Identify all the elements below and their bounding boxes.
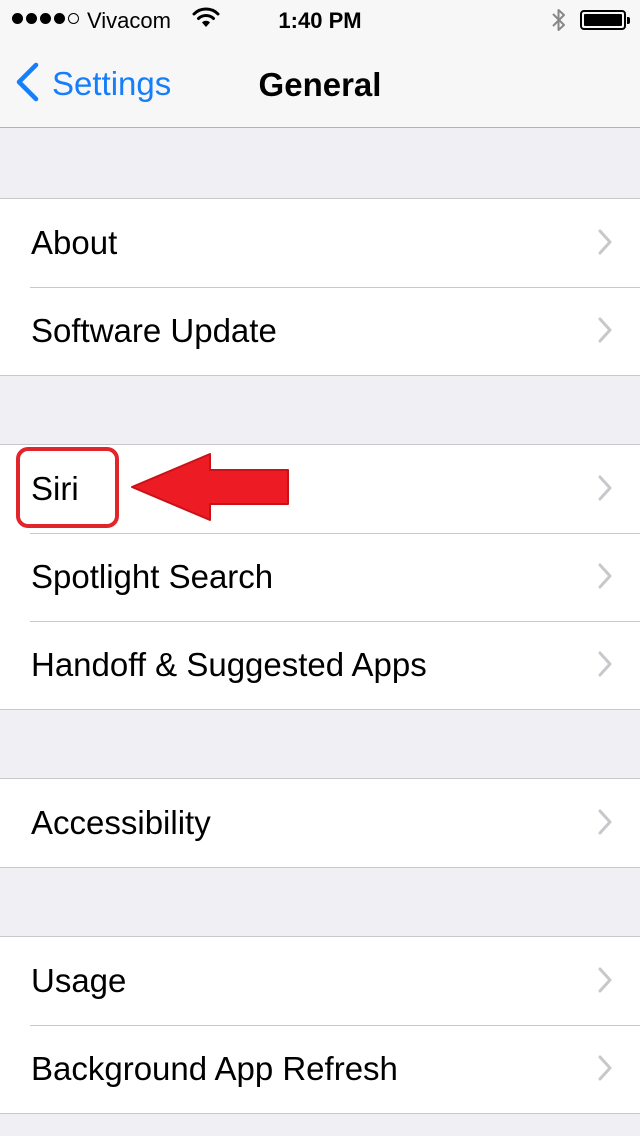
annotation-arrow-icon <box>130 452 292 527</box>
chevron-right-icon <box>598 967 612 998</box>
list-item-label: Accessibility <box>31 804 211 841</box>
list-item-handoff-suggested-apps[interactable]: Handoff & Suggested Apps <box>0 621 640 709</box>
annotation-highlight-box <box>16 447 119 528</box>
chevron-right-icon <box>598 475 612 506</box>
settings-group-1: About Software Update <box>0 198 640 376</box>
settings-group-4: Usage Background App Refresh <box>0 936 640 1114</box>
chevron-right-icon <box>598 563 612 594</box>
list-item-label: Usage <box>31 962 127 999</box>
chevron-right-icon <box>598 809 612 840</box>
clock: 1:40 PM <box>278 8 362 33</box>
bluetooth-icon <box>549 6 569 40</box>
list-item-accessibility[interactable]: Accessibility <box>0 779 640 867</box>
list-item-spotlight-search[interactable]: Spotlight Search <box>0 533 640 621</box>
list-item-label: Background App Refresh <box>31 1050 398 1087</box>
list-item-usage[interactable]: Usage <box>0 937 640 1025</box>
chevron-right-icon <box>598 651 612 682</box>
page-title: General <box>258 66 382 103</box>
list-item-label: Spotlight Search <box>31 558 274 595</box>
navigation-bar: Settings General <box>0 40 640 128</box>
list-item-background-app-refresh[interactable]: Background App Refresh <box>0 1025 640 1113</box>
chevron-right-icon <box>598 229 612 260</box>
list-item-label: Handoff & Suggested Apps <box>31 646 427 683</box>
battery-icon <box>580 10 630 30</box>
status-bar: Vivacom 1:40 PM <box>0 0 640 40</box>
chevron-right-icon <box>598 317 612 348</box>
settings-group-3: Accessibility <box>0 778 640 868</box>
list-item-label: About <box>31 224 118 261</box>
list-item-about[interactable]: About <box>0 199 640 287</box>
chevron-right-icon <box>598 1055 612 1086</box>
battery-tip <box>627 17 630 24</box>
list-item-label: Software Update <box>31 312 277 349</box>
battery-fill <box>584 14 622 26</box>
list-item-software-update[interactable]: Software Update <box>0 287 640 375</box>
